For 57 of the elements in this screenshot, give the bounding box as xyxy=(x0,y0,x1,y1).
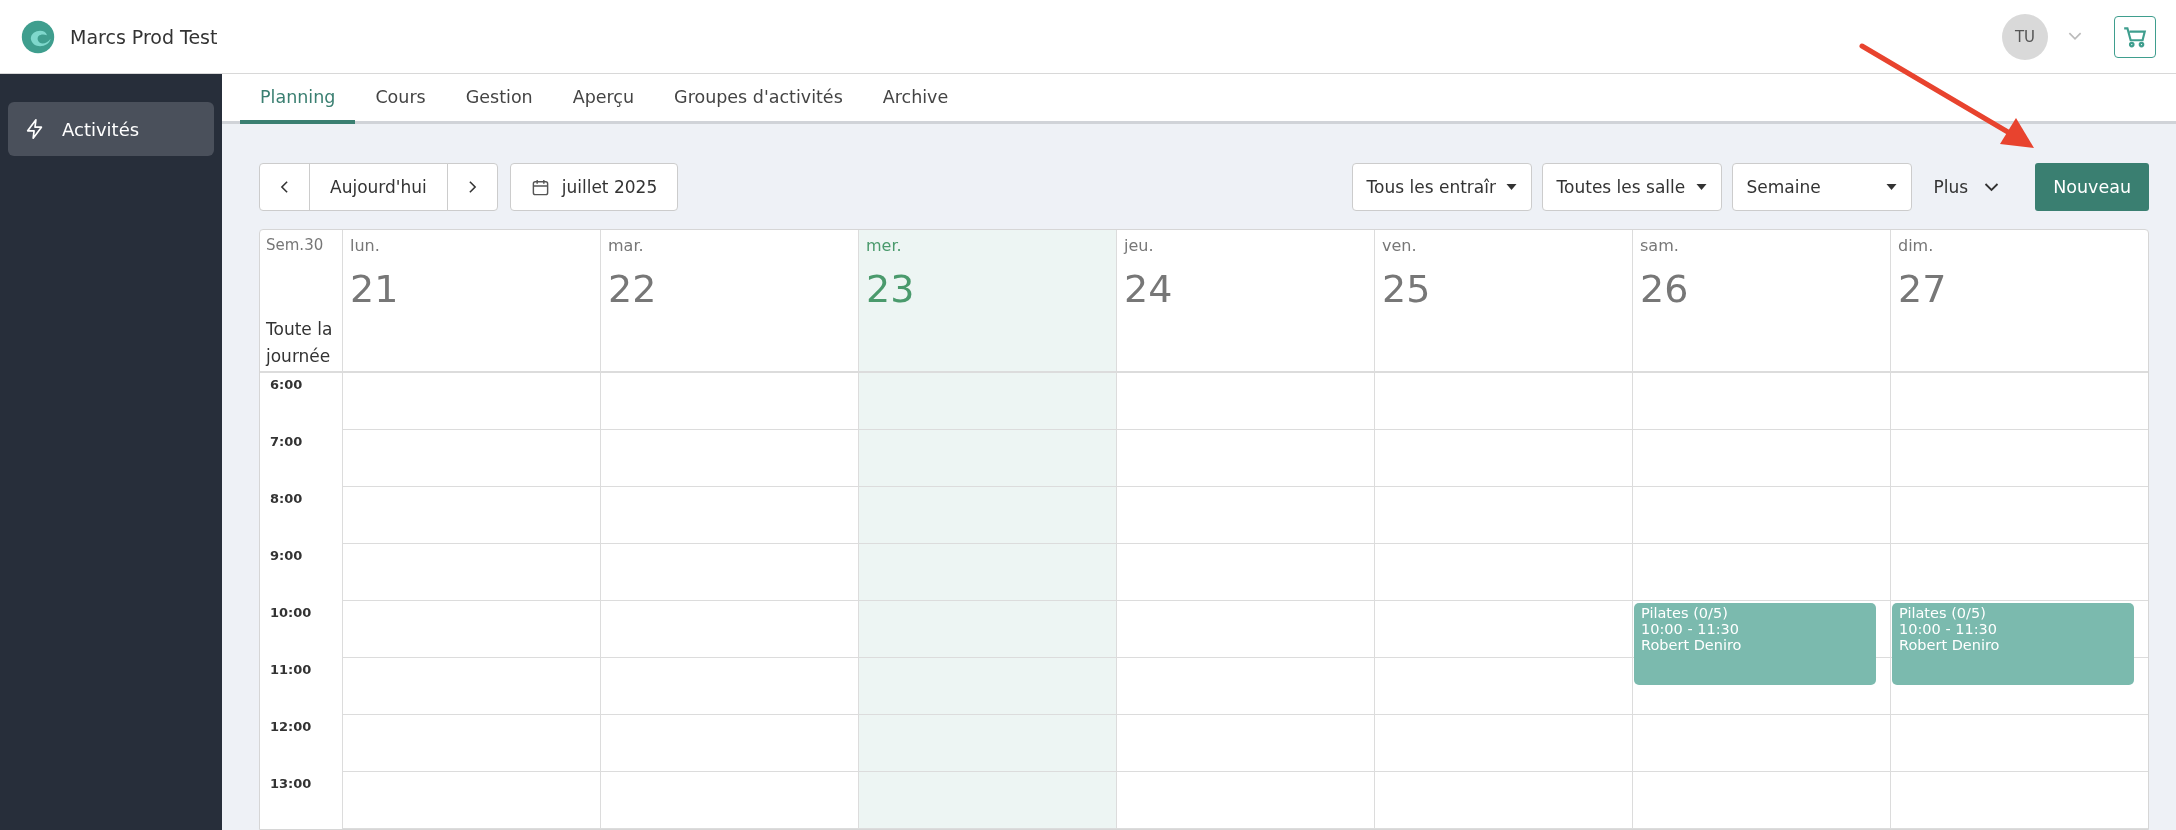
caret-down-icon xyxy=(1505,184,1517,190)
hour-label: 13:00 xyxy=(270,776,312,791)
day-number: 23 xyxy=(866,267,916,311)
hour-label: 10:00 xyxy=(270,605,312,620)
previous-button[interactable] xyxy=(259,163,310,211)
tab[interactable]: Groupes d'activités xyxy=(654,74,863,124)
caret-down-icon xyxy=(1885,184,1897,190)
hour-label: 6:00 xyxy=(270,377,303,392)
tab[interactable]: Archive xyxy=(862,74,969,124)
new-button[interactable]: Nouveau xyxy=(2035,163,2149,211)
day-number: 22 xyxy=(608,267,658,311)
more-button[interactable]: Plus xyxy=(1921,177,2026,197)
event-trainer: Robert Deniro xyxy=(1899,637,2001,654)
month-picker-button[interactable]: juillet 2025 xyxy=(509,163,679,211)
app-title: Marcs Prod Test xyxy=(70,25,218,48)
day-number: 21 xyxy=(350,267,400,311)
hour-label: 8:00 xyxy=(270,491,303,506)
sidebar-item[interactable]: Activités xyxy=(8,102,214,156)
day-name: lun. xyxy=(350,236,381,255)
event-time: 10:00 - 11:30 xyxy=(1641,621,1741,638)
day-number: 25 xyxy=(1382,267,1432,311)
hour-label: 9:00 xyxy=(270,548,303,563)
calendar-icon xyxy=(530,177,550,197)
hour-label: 7:00 xyxy=(270,434,303,449)
event-title: Pilates (0/5) xyxy=(1899,605,1987,622)
chevron-right-icon xyxy=(467,180,477,194)
event-trainer: Robert Deniro xyxy=(1641,637,1743,654)
chevron-left-icon xyxy=(280,180,289,194)
day-name: mar. xyxy=(608,236,645,255)
day-name: jeu. xyxy=(1124,236,1155,255)
hour-label: 11:00 xyxy=(270,662,312,677)
logo-icon xyxy=(20,18,56,55)
day-number: 26 xyxy=(1640,267,1690,311)
filter-dropdown[interactable]: Tous les entraîr xyxy=(1351,163,1532,211)
chevron-down-icon[interactable] xyxy=(2068,32,2082,41)
tab[interactable]: Cours xyxy=(355,74,446,124)
tab[interactable]: Gestion xyxy=(445,74,553,124)
event-time: 10:00 - 11:30 xyxy=(1899,621,1999,638)
cart-button[interactable] xyxy=(2114,15,2156,58)
hour-label: 12:00 xyxy=(270,719,312,734)
day-name: sam. xyxy=(1640,236,1680,255)
all-day-label: Toute la journée xyxy=(266,318,334,368)
filter-dropdown[interactable]: Semaine xyxy=(1731,163,1912,211)
day-number: 27 xyxy=(1898,267,1948,311)
caret-down-icon xyxy=(1695,184,1707,190)
user-avatar[interactable]: TU xyxy=(2002,13,2048,60)
event-title: Pilates (0/5) xyxy=(1641,605,1729,622)
day-name: dim. xyxy=(1898,236,1935,255)
day-number: 24 xyxy=(1124,267,1174,311)
day-name: mer. xyxy=(866,236,903,255)
filter-dropdown[interactable]: Toutes les salle xyxy=(1541,163,1722,211)
week-number: Sem.30 xyxy=(266,236,325,254)
day-name: ven. xyxy=(1382,236,1418,255)
chevron-down-icon xyxy=(1984,182,2000,192)
tab[interactable]: Aperçu xyxy=(552,74,655,124)
today-button[interactable]: Aujourd'hui xyxy=(309,163,448,211)
next-button[interactable] xyxy=(446,163,498,211)
